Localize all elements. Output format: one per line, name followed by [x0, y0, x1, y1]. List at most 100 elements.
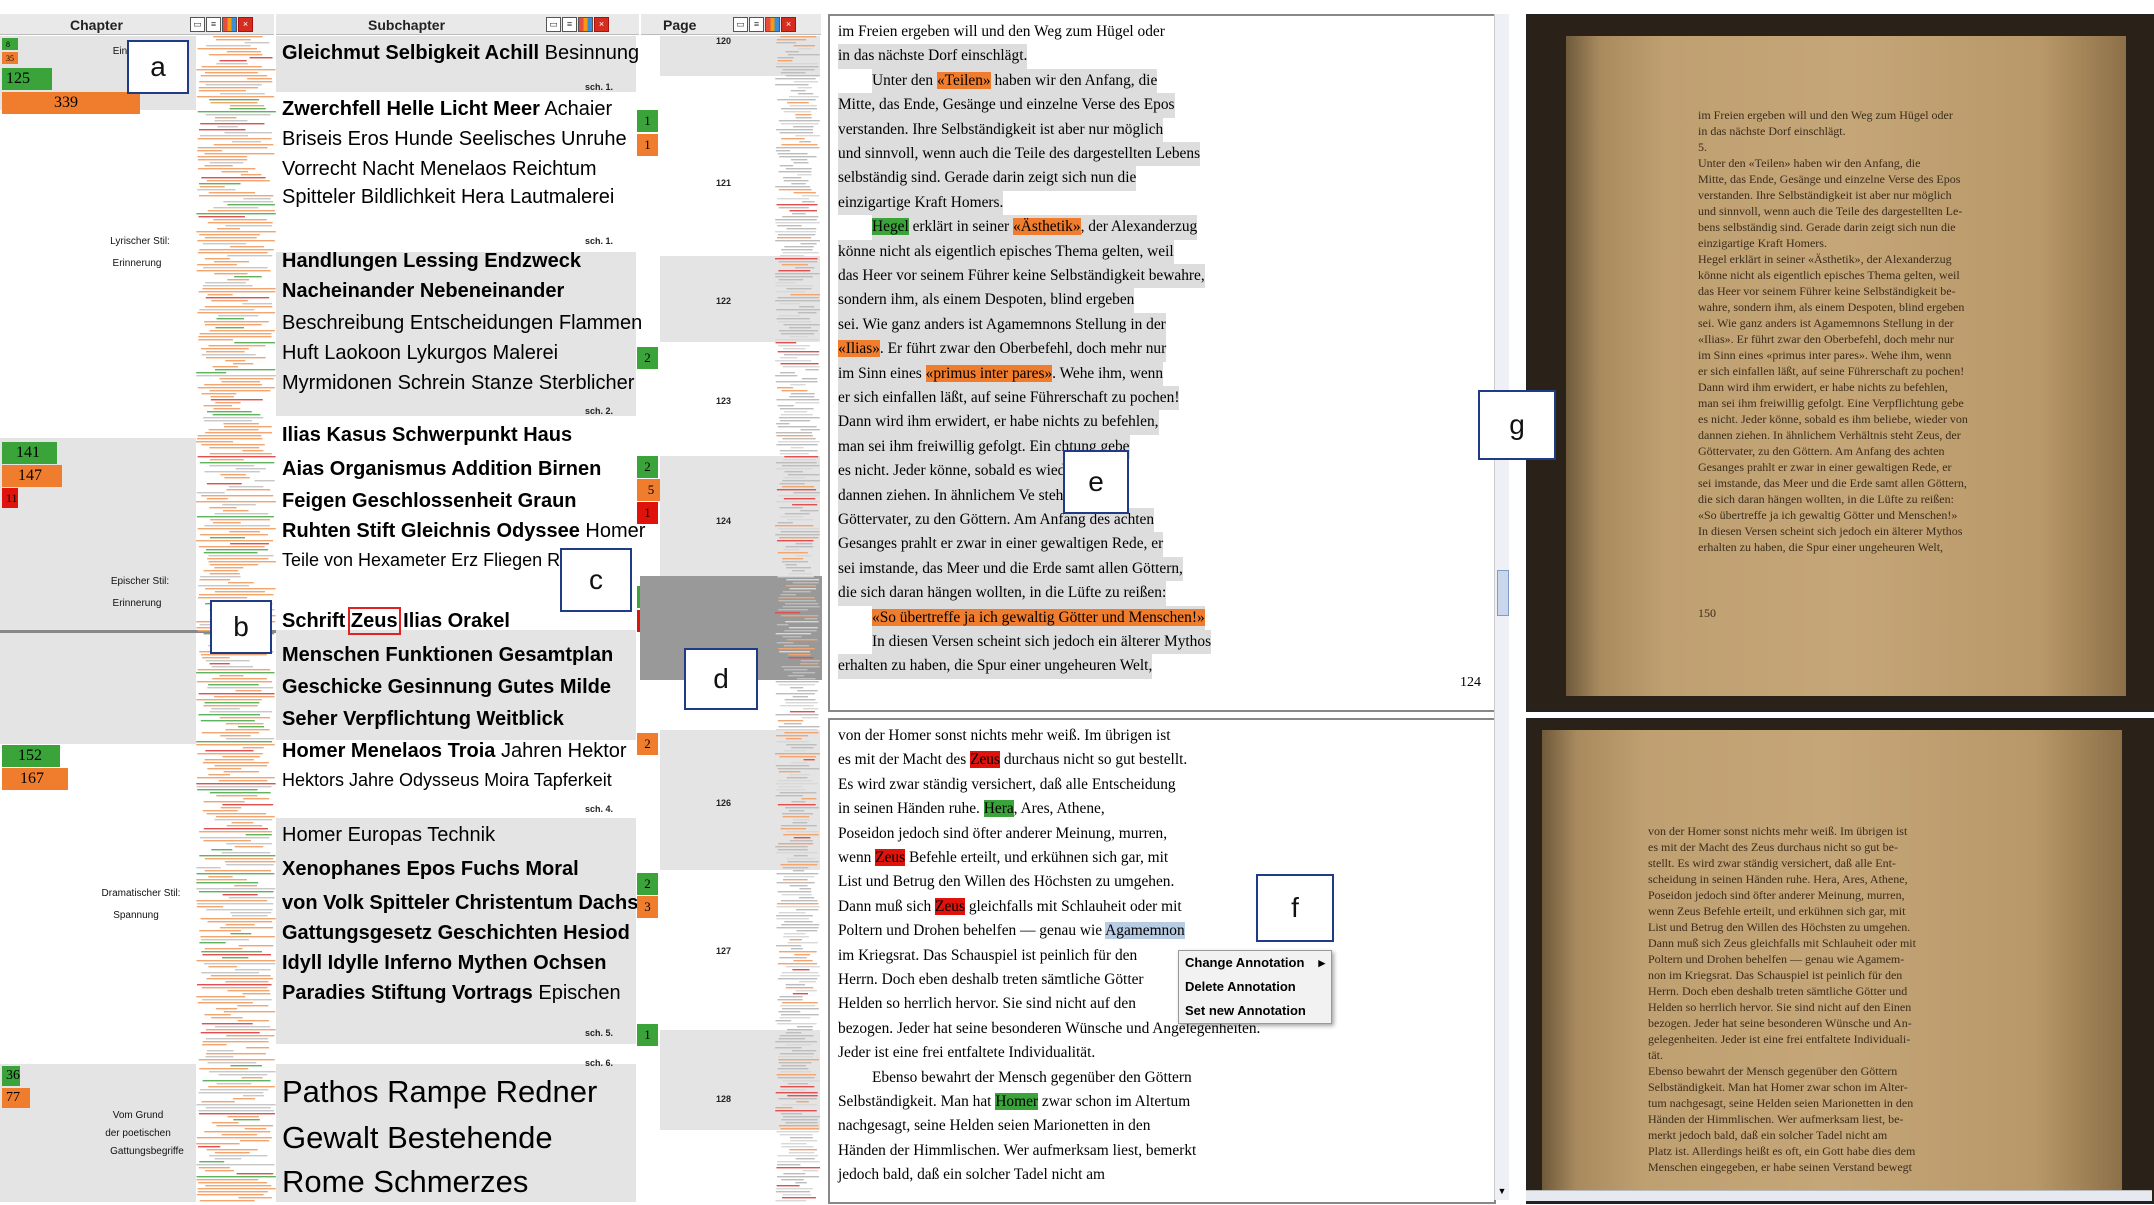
reader-line[interactable]: Hegel erklärt in seiner «Ästhetik», der …	[872, 215, 1198, 240]
close-icon[interactable]: ×	[781, 17, 796, 32]
subchapter-keywords[interactable]: Idyll Idylle Inferno Mythen Ochsen	[282, 952, 637, 975]
color-icon[interactable]	[578, 17, 593, 32]
reader-line[interactable]: Poseidon jedoch sind öfter anderer Meinu…	[838, 822, 1167, 846]
reader-line[interactable]: sondern ihm, als einem Despoten, blind e…	[838, 288, 1135, 313]
delete-annotation-item[interactable]: Delete Annotation	[1179, 975, 1331, 999]
close-icon[interactable]: ×	[238, 17, 253, 32]
chapter-label[interactable]: Erinnerung	[92, 258, 182, 269]
subchapter-keywords[interactable]: Ruhten Stift Gleichnis Odyssee Homer	[282, 520, 645, 543]
reader-line[interactable]: sei. Wie ganz anders ist Agamemnons Stel…	[838, 312, 1166, 338]
subchapter-keywords[interactable]: Beschreibung Entscheidungen Flammen	[282, 312, 642, 335]
reader-line[interactable]: Dann wird ihm erwidert, er habe nichts z…	[838, 410, 1159, 435]
close-icon[interactable]: ×	[594, 17, 609, 32]
subchapter-keywords[interactable]: Paradies Stiftung Vortrags Epischen	[282, 982, 637, 1005]
reader-line[interactable]: verstanden. Ihre Selbständigkeit ist abe…	[838, 117, 1164, 142]
reader-line[interactable]: Es wird zwar ständig versichert, daß all…	[838, 773, 1176, 797]
annotation-highlight[interactable]: «Ästhetik»	[1013, 218, 1081, 236]
zeus-search-highlight[interactable]: Zeus	[347, 607, 401, 635]
annotation-highlight[interactable]: «Teilen»	[936, 71, 991, 89]
scroll-down-arrow[interactable]: ▼	[1497, 1186, 1507, 1198]
annotation-highlight[interactable]: Zeus	[970, 751, 1000, 769]
page-number[interactable]: 128	[716, 1094, 731, 1104]
subchapter-keywords[interactable]: Homer Menelaos Troia Jahren Hektor	[282, 740, 637, 763]
annotation-highlight[interactable]: Hera	[983, 800, 1014, 818]
subchapter-keywords[interactable]: Gewalt Bestehende	[282, 1120, 637, 1156]
list-icon[interactable]: ≡	[206, 17, 221, 32]
reader-line[interactable]: Herrn. Doch eben deshalb treten sämtlich…	[838, 968, 1144, 992]
chapter-label[interactable]: Erinnerung	[92, 598, 182, 609]
annotation-highlight[interactable]: Homer	[995, 1093, 1039, 1110]
annotation-highlight[interactable]: Zeus	[875, 849, 906, 866]
scan-bottom-panel[interactable]: von der Homer sonst nichts mehr weiß. Im…	[1526, 718, 2154, 1204]
reader-line[interactable]: Selbständigkeit. Man hat Homer zwar scho…	[838, 1090, 1190, 1114]
reader-line[interactable]: Helden so herrlich hervor. Sie sind nich…	[838, 992, 1136, 1016]
scan-horizontal-scrollbar[interactable]	[1526, 1190, 2152, 1201]
subchapter-keywords[interactable]: Feigen Geschlossenheit Graun	[282, 490, 637, 513]
reader-line[interactable]: Mitte, das Ende, Gesänge und einzelne Ve…	[838, 93, 1175, 118]
reader-line[interactable]: List und Betrug den Willen des Höchsten …	[838, 870, 1174, 894]
chapter-label[interactable]: Epischer Stil:	[92, 576, 188, 587]
page-overview-strip[interactable]	[775, 36, 820, 1202]
reader-line[interactable]: wenn Zeus Befehle erteilt, und erkühnen …	[838, 846, 1168, 870]
subchapter-keywords[interactable]: Xenophanes Epos Fuchs Moral	[282, 858, 637, 881]
reader-line[interactable]: Unter den «Teilen» haben wir den Anfang,…	[872, 68, 1158, 94]
subchapter-keywords[interactable]: Hektors Jahre Odysseus Moira Tapferkeit	[282, 770, 637, 791]
reader-line[interactable]: «Ilias». Er führt zwar den Oberbefehl, d…	[838, 337, 1167, 362]
reader-line[interactable]: in seinen Händen ruhe. Hera, Ares, Athen…	[838, 797, 1105, 821]
subchapter-keywords[interactable]: Spitteler Bildlichkeit Hera Lautmalerei	[282, 186, 637, 209]
subchapter-keywords[interactable]: Aias Organismus Addition Birnen	[282, 458, 637, 481]
subchapter-keywords[interactable]: Myrmidonen Schrein Stanze Sterblicher	[282, 372, 637, 395]
reader-line[interactable]: von der Homer sonst nichts mehr weiß. Im…	[838, 724, 1171, 748]
reader-line[interactable]: Dann muß sich Zeus gleichfalls mit Schla…	[838, 895, 1182, 919]
reader-line[interactable]: im Freien ergeben will und den Weg zum H…	[838, 20, 1165, 44]
reader-line[interactable]: die sich daran hängen wollten, in die Lü…	[838, 581, 1167, 606]
subchapter-keywords[interactable]: Briseis Eros Hunde Seelisches Unruhe	[282, 128, 637, 151]
subchapter-keywords[interactable]: Gleichmut Selbigkeit Achill Besinnung	[282, 42, 639, 65]
collapse-icon[interactable]: ▭	[190, 17, 205, 32]
subchapter-keywords[interactable]: Nacheinander Nebeneinander	[282, 280, 637, 303]
scan-top-panel[interactable]: im Freien ergeben will und den Weg zum H…	[1526, 14, 2154, 712]
reader-line[interactable]: einzigartige Kraft Homers.	[838, 190, 1004, 216]
page-number[interactable]: 122	[716, 296, 731, 306]
collapse-icon[interactable]: ▭	[733, 17, 748, 32]
reader-line[interactable]: im Kriegsrat. Das Schauspiel ist peinlic…	[838, 944, 1137, 968]
reader-line[interactable]: er sich einfallen läßt, auf seine Führer…	[838, 386, 1180, 411]
page-number[interactable]: 126	[716, 798, 731, 808]
annotation-highlight[interactable]: Agamemnon	[1105, 922, 1185, 940]
subchapter-keywords[interactable]: Zwerchfell Helle Licht Meer Achaier	[282, 98, 637, 121]
page-number[interactable]: 123	[716, 396, 731, 406]
chapter-label[interactable]: der poetischen	[98, 1128, 178, 1139]
reader-line[interactable]: es mit der Macht des Zeus durchaus nicht…	[838, 748, 1187, 772]
annotation-highlight[interactable]: Hegel	[872, 218, 909, 236]
subchapter-keywords[interactable]: Handlungen Lessing Endzweck	[282, 250, 637, 273]
reader-line[interactable]: sei imstande, das Meer und die Erde samt…	[838, 556, 1183, 582]
reader-line[interactable]: in das nächste Dorf einschlägt.	[838, 44, 1028, 69]
annotation-highlight[interactable]: «So übertreffe ja ich gewaltig Götter un…	[872, 608, 1205, 626]
chapter-label[interactable]: Gattungsbegriffe	[98, 1146, 196, 1157]
set-new-annotation-item[interactable]: Set new Annotation	[1179, 999, 1331, 1023]
scrollbar-thumb[interactable]	[1497, 570, 1509, 616]
subchapter-keywords[interactable]: Homer Europas Technik	[282, 824, 637, 847]
change-annotation-item[interactable]: Change Annotation ▸	[1179, 951, 1331, 975]
collapse-icon[interactable]: ▭	[546, 17, 561, 32]
chapter-label[interactable]: Spannung	[86, 910, 186, 921]
reader-line[interactable]: nachgesagt, seine Helden seien Marionett…	[838, 1114, 1150, 1138]
subchapter-keywords[interactable]: Ilias Kasus Schwerpunkt Haus	[282, 424, 637, 447]
reader-line[interactable]: Jeder ist eine frei entfaltete Individua…	[838, 1041, 1095, 1065]
reader-line[interactable]: In diesen Versen scheint sich jedoch ein…	[872, 630, 1212, 655]
reader-line[interactable]: jedoch bald, daß ein solcher Tadel nicht…	[838, 1163, 1105, 1187]
reader-line[interactable]: das Heer vor seinem Führer keine Selbstä…	[838, 264, 1205, 289]
reader-line[interactable]: im Sinn eines «primus inter pares». Wehe…	[838, 361, 1164, 386]
page-number[interactable]: 124	[716, 516, 731, 526]
reader-line[interactable]: erhalten zu haben, die Spur einer ungehe…	[838, 654, 1153, 679]
color-icon[interactable]	[765, 17, 780, 32]
reader-line[interactable]: selbständig sind. Gerade darin zeigt sic…	[838, 166, 1137, 191]
chapter-label[interactable]: Vom Grund	[98, 1110, 178, 1121]
chapter-label[interactable]: Lyrischer Stil:	[92, 236, 188, 247]
page-number[interactable]: 120	[716, 36, 731, 46]
subchapter-keywords[interactable]: Seher Verpflichtung Weitblick	[282, 708, 637, 731]
subchapter-keywords[interactable]: Huft Laokoon Lykurgos Malerei	[282, 342, 637, 365]
subchapter-keywords[interactable]: Vorrecht Nacht Menelaos Reichtum	[282, 158, 637, 181]
subchapter-keywords[interactable]: von Volk Spitteler Christentum Dachs	[282, 892, 638, 915]
reader-line[interactable]: könne nicht als eigentlich episches Them…	[838, 239, 1174, 264]
